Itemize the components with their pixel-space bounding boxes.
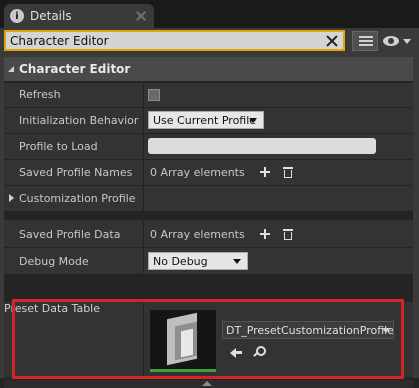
tab-details[interactable]: i Details — [4, 4, 154, 28]
details-panel: Character Editor Character Editor Refres… — [0, 28, 419, 388]
property-row-profile-to-load: Profile to Load — [4, 134, 413, 159]
property-label: Saved Profile Data — [19, 228, 121, 241]
property-row-saved-profile-names: Saved Profile Names 0 Array elements — [4, 160, 413, 185]
property-row-refresh: Refresh — [4, 83, 413, 107]
column-divider[interactable] — [143, 186, 144, 211]
expand-arrow-icon[interactable] — [9, 194, 14, 202]
column-divider[interactable] — [143, 160, 144, 185]
property-row-debug-mode: Debug Mode No Debug — [4, 248, 413, 274]
column-divider[interactable] — [143, 83, 144, 107]
dropdown-value: DT_PresetCustomizationProfile — [226, 323, 394, 337]
tab-bar: i Details — [0, 0, 419, 30]
refresh-checkbox[interactable] — [148, 89, 160, 101]
dropdown-value: No Debug — [153, 254, 208, 268]
chevron-down-icon — [403, 39, 411, 44]
profile-to-load-input[interactable] — [148, 138, 376, 154]
property-row-saved-profile-data: Saved Profile Data 0 Array elements — [4, 220, 413, 247]
trash-icon-bin — [284, 170, 292, 178]
clear-search-icon[interactable] — [326, 35, 338, 47]
add-element-icon[interactable] — [260, 229, 270, 239]
preset-data-table-dropdown[interactable]: DT_PresetCustomizationProfile — [222, 321, 394, 339]
column-divider[interactable] — [143, 134, 144, 159]
array-count: 0 Array elements — [150, 228, 245, 241]
category-header-character-editor[interactable]: Character Editor — [4, 57, 413, 81]
trash-icon[interactable] — [283, 167, 293, 178]
add-element-icon[interactable] — [260, 167, 270, 177]
trash-icon-lid — [283, 167, 293, 169]
column-divider[interactable] — [143, 248, 144, 274]
trash-icon-lid — [283, 229, 293, 231]
dropdown-arrow-icon — [233, 259, 241, 264]
data-table-thumbnail[interactable] — [150, 310, 216, 372]
debug-mode-dropdown[interactable]: No Debug — [148, 252, 248, 270]
property-label: Refresh — [19, 88, 61, 101]
arrow-shaft — [235, 351, 242, 354]
property-matrix-icon-line — [359, 44, 373, 46]
advanced-expander-bar[interactable] — [4, 380, 413, 388]
column-divider[interactable] — [143, 302, 144, 377]
dropdown-arrow-icon — [249, 118, 257, 123]
search-value: Character Editor — [10, 33, 109, 48]
section-gap — [4, 275, 413, 301]
data-table-icon-layer — [181, 328, 193, 358]
dropdown-value: Use Current Profile — [153, 113, 257, 127]
property-label: Debug Mode — [19, 255, 89, 268]
dropdown-arrow-icon — [382, 328, 390, 333]
trash-icon-bin — [284, 232, 292, 240]
property-label: Profile to Load — [19, 140, 98, 153]
tab-label: Details — [30, 9, 72, 23]
browse-asset-icon[interactable] — [253, 346, 266, 358]
initialization-behavior-dropdown[interactable]: Use Current Profile — [148, 111, 264, 129]
property-row-customization-profile: Customization Profile — [4, 186, 413, 211]
property-label: Saved Profile Names — [19, 166, 133, 179]
property-label: Initialization Behavior — [19, 114, 139, 127]
property-matrix-button[interactable] — [352, 31, 378, 51]
property-matrix-icon — [359, 36, 373, 38]
property-row-preset-data-table: Preset Data Table DT_PresetCustomization… — [4, 302, 413, 377]
section-gap — [4, 212, 413, 220]
use-selected-asset-icon[interactable] — [230, 347, 242, 359]
property-label: Customization Profile — [19, 192, 136, 205]
column-divider[interactable] — [143, 108, 144, 133]
property-list: Character Editor Refresh Initialization … — [4, 57, 413, 388]
array-count: 0 Array elements — [150, 166, 245, 179]
collapse-arrow-icon — [8, 66, 14, 72]
column-divider[interactable] — [143, 220, 144, 247]
eye-pupil — [388, 38, 394, 44]
chevron-up-icon — [202, 381, 212, 386]
info-icon: i — [10, 9, 24, 23]
search-input[interactable]: Character Editor — [4, 30, 345, 51]
trash-icon[interactable] — [283, 229, 293, 240]
property-label: Preset Data Table — [4, 302, 101, 315]
property-row-initialization-behavior: Initialization Behavior Use Current Prof… — [4, 108, 413, 133]
category-label: Character Editor — [19, 62, 131, 76]
property-matrix-icon-line — [359, 40, 373, 42]
close-icon[interactable] — [136, 11, 146, 21]
view-options-button[interactable] — [381, 31, 415, 51]
